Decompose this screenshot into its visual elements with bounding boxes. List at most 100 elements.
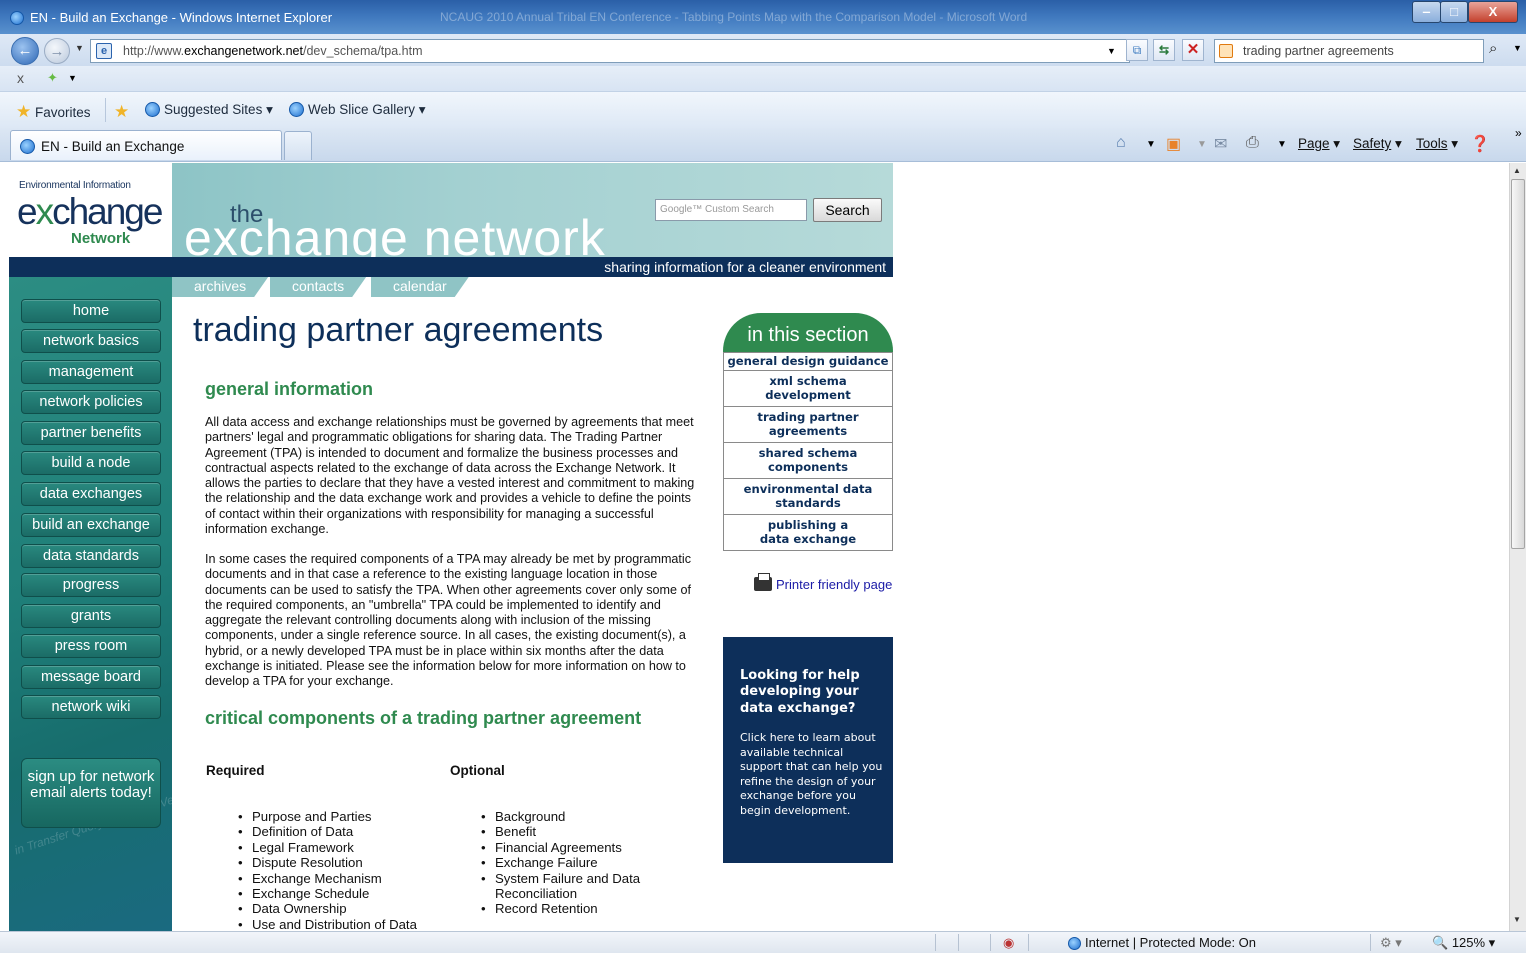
list-item: Record Retention	[479, 901, 664, 917]
safety-menu[interactable]: Safety ▾	[1353, 136, 1402, 152]
nav-management[interactable]: management	[21, 360, 161, 384]
optional-column-heading: Optional	[450, 763, 505, 778]
home-dropdown-icon[interactable]: ▼	[1146, 139, 1156, 150]
zoom-level[interactable]: 🔍 125% ▾	[1432, 935, 1495, 951]
site-search-input[interactable]: Google™ Custom Search	[655, 199, 807, 221]
list-item: Background	[479, 809, 664, 825]
feeds-icon[interactable]: ▣	[1166, 134, 1181, 154]
section-link-environmental-data-standards[interactable]: environmental data standards	[723, 478, 893, 515]
list-item: Exchange Mechanism	[236, 871, 436, 887]
url-field[interactable]: e http://www.exchangenetwork.net/dev_sch…	[90, 39, 1130, 63]
nav-build-a-node[interactable]: build a node	[21, 451, 161, 475]
nav-press-room[interactable]: press room	[21, 634, 161, 658]
forward-button[interactable]: →	[44, 38, 70, 64]
list-item: Data Ownership	[236, 901, 436, 917]
feeds-dropdown-icon[interactable]: ▼	[1197, 139, 1207, 150]
site-search-button[interactable]: Search	[813, 198, 882, 222]
background-window-title: NCAUG 2010 Annual Tribal EN Conference -…	[440, 10, 1028, 24]
close-toolbar-icon[interactable]: x	[17, 70, 24, 86]
search-input[interactable]: trading partner agreements	[1214, 39, 1484, 63]
url-text[interactable]: http://www.exchangenetwork.net/dev_schem…	[123, 44, 423, 58]
print-icon[interactable]: ⎙	[1246, 134, 1259, 152]
read-mail-icon[interactable]: ✉	[1214, 134, 1227, 154]
nav-progress[interactable]: progress	[21, 573, 161, 597]
recent-pages-dropdown-icon[interactable]: ▼	[75, 43, 84, 53]
nav-message-board[interactable]: message board	[21, 665, 161, 689]
tools-menu[interactable]: Tools ▾	[1416, 136, 1458, 152]
print-dropdown-icon[interactable]: ▼	[1277, 139, 1287, 150]
top-nav-calendar[interactable]: calendar	[371, 277, 469, 297]
toolbar-addon-dropdown-icon[interactable]: ▼	[68, 73, 77, 83]
ie-icon	[289, 102, 304, 117]
scroll-down-icon[interactable]: ▼	[1513, 915, 1521, 924]
web-slice-gallery-link[interactable]: Web Slice Gallery ▾	[289, 102, 426, 118]
list-item: Exchange Schedule	[236, 886, 436, 902]
list-item: Legal Framework	[236, 840, 436, 856]
section-link-publishing-a-data-exchange[interactable]: publishing a data exchange	[723, 514, 893, 551]
browser-tab[interactable]: EN - Build an Exchange	[10, 130, 282, 160]
required-column-heading: Required	[206, 763, 265, 778]
protected-mode-icon[interactable]: ⚙ ▾	[1380, 935, 1402, 951]
printer-friendly-link[interactable]: Printer friendly page	[754, 573, 892, 592]
page-menu[interactable]: Page ▾	[1298, 136, 1340, 152]
close-window-button[interactable]: X	[1468, 1, 1518, 23]
search-input-text[interactable]: trading partner agreements	[1243, 44, 1394, 58]
suggested-sites-link[interactable]: Suggested Sites ▾	[145, 102, 273, 118]
back-button[interactable]: ←	[11, 37, 39, 65]
more-commands-icon[interactable]: »	[1515, 126, 1522, 140]
address-bar: ← → ▼ e http://www.exchangenetwork.net/d…	[0, 34, 1526, 66]
status-bar: ◉ Internet | Protected Mode: On ⚙ ▾ 🔍 12…	[0, 931, 1526, 953]
refresh-icon[interactable]: ⇆	[1153, 39, 1175, 61]
optional-components-list: Background Benefit Financial Agreements …	[479, 809, 664, 917]
nav-network-policies[interactable]: network policies	[21, 390, 161, 414]
compatibility-view-icon[interactable]: ⧉	[1126, 39, 1148, 61]
window-titlebar: EN - Build an Exchange - Windows Interne…	[0, 0, 1526, 36]
ie-icon	[145, 102, 160, 117]
nav-data-standards[interactable]: data standards	[21, 544, 161, 568]
tagline: sharing information for a cleaner enviro…	[604, 259, 886, 275]
nav-build-an-exchange[interactable]: build an exchange	[21, 513, 161, 537]
ie-logo-icon	[10, 11, 24, 25]
section-link-xml-schema-development[interactable]: xml schema development	[723, 370, 893, 407]
section-link-trading-partner-agreements[interactable]: trading partner agreements	[723, 406, 893, 443]
help-promo-box[interactable]: Looking for help developing your data ex…	[723, 637, 893, 863]
minimize-button[interactable]: ‒	[1412, 1, 1441, 23]
nav-home[interactable]: home	[21, 299, 161, 323]
search-options-dropdown-icon[interactable]: ▼	[1513, 43, 1522, 53]
top-nav-archives[interactable]: archives	[172, 277, 268, 297]
add-favorite-icon[interactable]: ★	[114, 102, 129, 122]
printer-friendly-text[interactable]: Printer friendly page	[776, 577, 892, 592]
new-tab-button[interactable]	[284, 131, 312, 160]
scrollbar-thumb[interactable]	[1511, 179, 1525, 549]
maximize-button[interactable]: □	[1440, 1, 1468, 23]
section-link-general-design-guidance[interactable]: general design guidance	[723, 352, 893, 371]
favorites-button[interactable]: ★ Favorites	[16, 102, 91, 122]
help-promo-body: Click here to learn about available tech…	[740, 731, 883, 817]
status-divider	[990, 934, 991, 951]
url-dropdown-icon[interactable]: ▼	[1107, 46, 1116, 56]
nav-partner-benefits[interactable]: partner benefits	[21, 421, 161, 445]
page-title: trading partner agreements	[193, 311, 604, 349]
security-zone[interactable]: Internet | Protected Mode: On	[1068, 935, 1256, 950]
search-icon[interactable]: ⌕	[1489, 40, 1497, 57]
printer-icon	[754, 573, 772, 591]
privacy-icon[interactable]: ◉	[1003, 935, 1014, 951]
nav-network-basics[interactable]: network basics	[21, 329, 161, 353]
page-viewport: Environmental Information exchange Netwo…	[0, 163, 1509, 931]
help-promo-heading: Looking for help developing your data ex…	[740, 668, 860, 716]
email-signup-button[interactable]: sign up for network email alerts today!	[21, 758, 161, 828]
nav-grants[interactable]: grants	[21, 604, 161, 628]
status-divider	[958, 934, 959, 951]
home-icon[interactable]: ⌂	[1116, 134, 1126, 152]
tab-row: EN - Build an Exchange ⌂ ▼ ▣ ▼ ✉ ⎙ ▼ Pag…	[0, 126, 1526, 162]
nav-data-exchanges[interactable]: data exchanges	[21, 482, 161, 506]
toolbar-addon-icon[interactable]: ✦	[47, 70, 58, 86]
help-icon[interactable]: ❓	[1470, 134, 1490, 154]
nav-network-wiki[interactable]: network wiki	[21, 695, 161, 719]
stop-icon[interactable]: ✕	[1182, 39, 1204, 61]
section-link-shared-schema-components[interactable]: shared schema components	[723, 442, 893, 479]
site-logo[interactable]: Environmental Information exchange Netwo…	[9, 163, 172, 257]
vertical-scrollbar[interactable]: ▲ ▼	[1509, 163, 1526, 931]
scroll-up-icon[interactable]: ▲	[1513, 166, 1521, 175]
top-nav-contacts[interactable]: contacts	[270, 277, 366, 297]
